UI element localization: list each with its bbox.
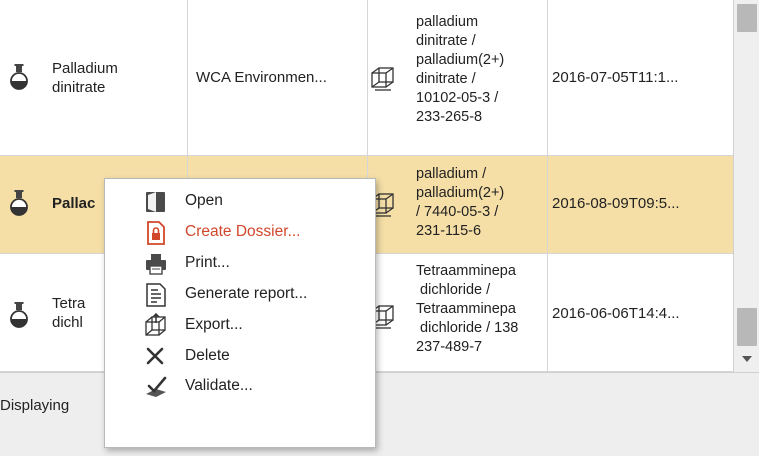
menu-item-label: Export... bbox=[185, 316, 243, 333]
owner-text: WCA Environmen... bbox=[196, 69, 327, 86]
generate-report-icon bbox=[146, 283, 166, 307]
status-text: Displaying bbox=[0, 397, 70, 414]
substance-name: Palladium dinitrate bbox=[52, 60, 118, 96]
menu-item-print[interactable]: Print... bbox=[105, 249, 375, 279]
menu-item-delete[interactable]: Delete bbox=[105, 342, 375, 372]
export-icon bbox=[145, 313, 166, 336]
menu-item-label: Open bbox=[185, 192, 223, 209]
date-cell[interactable]: 2016-08-09T09:5... bbox=[548, 156, 733, 253]
date-cell[interactable]: 2016-06-06T14:4... bbox=[548, 254, 733, 371]
menu-item-label: Delete bbox=[185, 347, 230, 364]
menu-item-generate-report[interactable]: Generate report... bbox=[105, 280, 375, 310]
scroll-down-arrow-icon[interactable] bbox=[742, 356, 752, 362]
menu-item-create-dossier[interactable]: Create Dossier... bbox=[105, 218, 375, 248]
date-text: 2016-07-05T11:1... bbox=[552, 69, 679, 86]
menu-item-label: Print... bbox=[185, 254, 230, 271]
menu-item-label: Create Dossier... bbox=[185, 223, 301, 240]
delete-icon bbox=[146, 347, 164, 365]
date-text: 2016-06-06T14:4... bbox=[552, 305, 680, 322]
vertical-scrollbar[interactable] bbox=[733, 0, 759, 372]
name-cell[interactable]: Palladium dinitrate bbox=[0, 0, 188, 155]
identifiers-text: Tetraamminepa dichloride / Tetraamminepa… bbox=[416, 263, 519, 355]
identifiers-cell[interactable]: Tetraamminepa dichloride / Tetraamminepa… bbox=[410, 254, 548, 371]
scrollbar-thumb[interactable] bbox=[737, 4, 757, 32]
menu-item-validate[interactable]: Validate... bbox=[105, 372, 375, 402]
menu-item-export[interactable]: Export... bbox=[105, 311, 375, 341]
table-row[interactable]: Palladium dinitrate WCA Environmen... pa… bbox=[0, 0, 733, 156]
scrollbar-thumb-lower[interactable] bbox=[737, 308, 757, 346]
date-cell[interactable]: 2016-07-05T11:1... bbox=[548, 0, 733, 155]
date-text: 2016-08-09T09:5... bbox=[552, 195, 680, 212]
open-icon bbox=[146, 192, 165, 212]
menu-item-open[interactable]: Open bbox=[105, 187, 375, 217]
flask-icon bbox=[10, 190, 28, 216]
print-icon bbox=[146, 254, 166, 275]
structure-cell bbox=[368, 0, 410, 155]
structure-icon bbox=[371, 67, 394, 91]
identifiers-cell[interactable]: palladium dinitrate / palladium(2+) dini… bbox=[410, 0, 548, 155]
owner-cell[interactable]: WCA Environmen... bbox=[188, 0, 368, 155]
context-menu: Open Create Dossier... Print... Generate… bbox=[104, 178, 376, 448]
menu-item-label: Validate... bbox=[185, 377, 253, 394]
substance-name: Pallac bbox=[52, 195, 96, 212]
identifiers-text: palladium / palladium(2+) / 7440-05-3 / … bbox=[416, 166, 505, 239]
validate-icon bbox=[146, 376, 167, 397]
create-dossier-icon bbox=[147, 221, 165, 245]
menu-item-label: Generate report... bbox=[185, 285, 308, 302]
identifiers-text: palladium dinitrate / palladium(2+) dini… bbox=[416, 14, 505, 125]
identifiers-cell[interactable]: palladium / palladium(2+) / 7440-05-3 / … bbox=[410, 156, 548, 253]
flask-icon bbox=[10, 64, 28, 90]
substance-name: Tetra dichl bbox=[52, 295, 86, 331]
flask-icon bbox=[10, 302, 28, 328]
